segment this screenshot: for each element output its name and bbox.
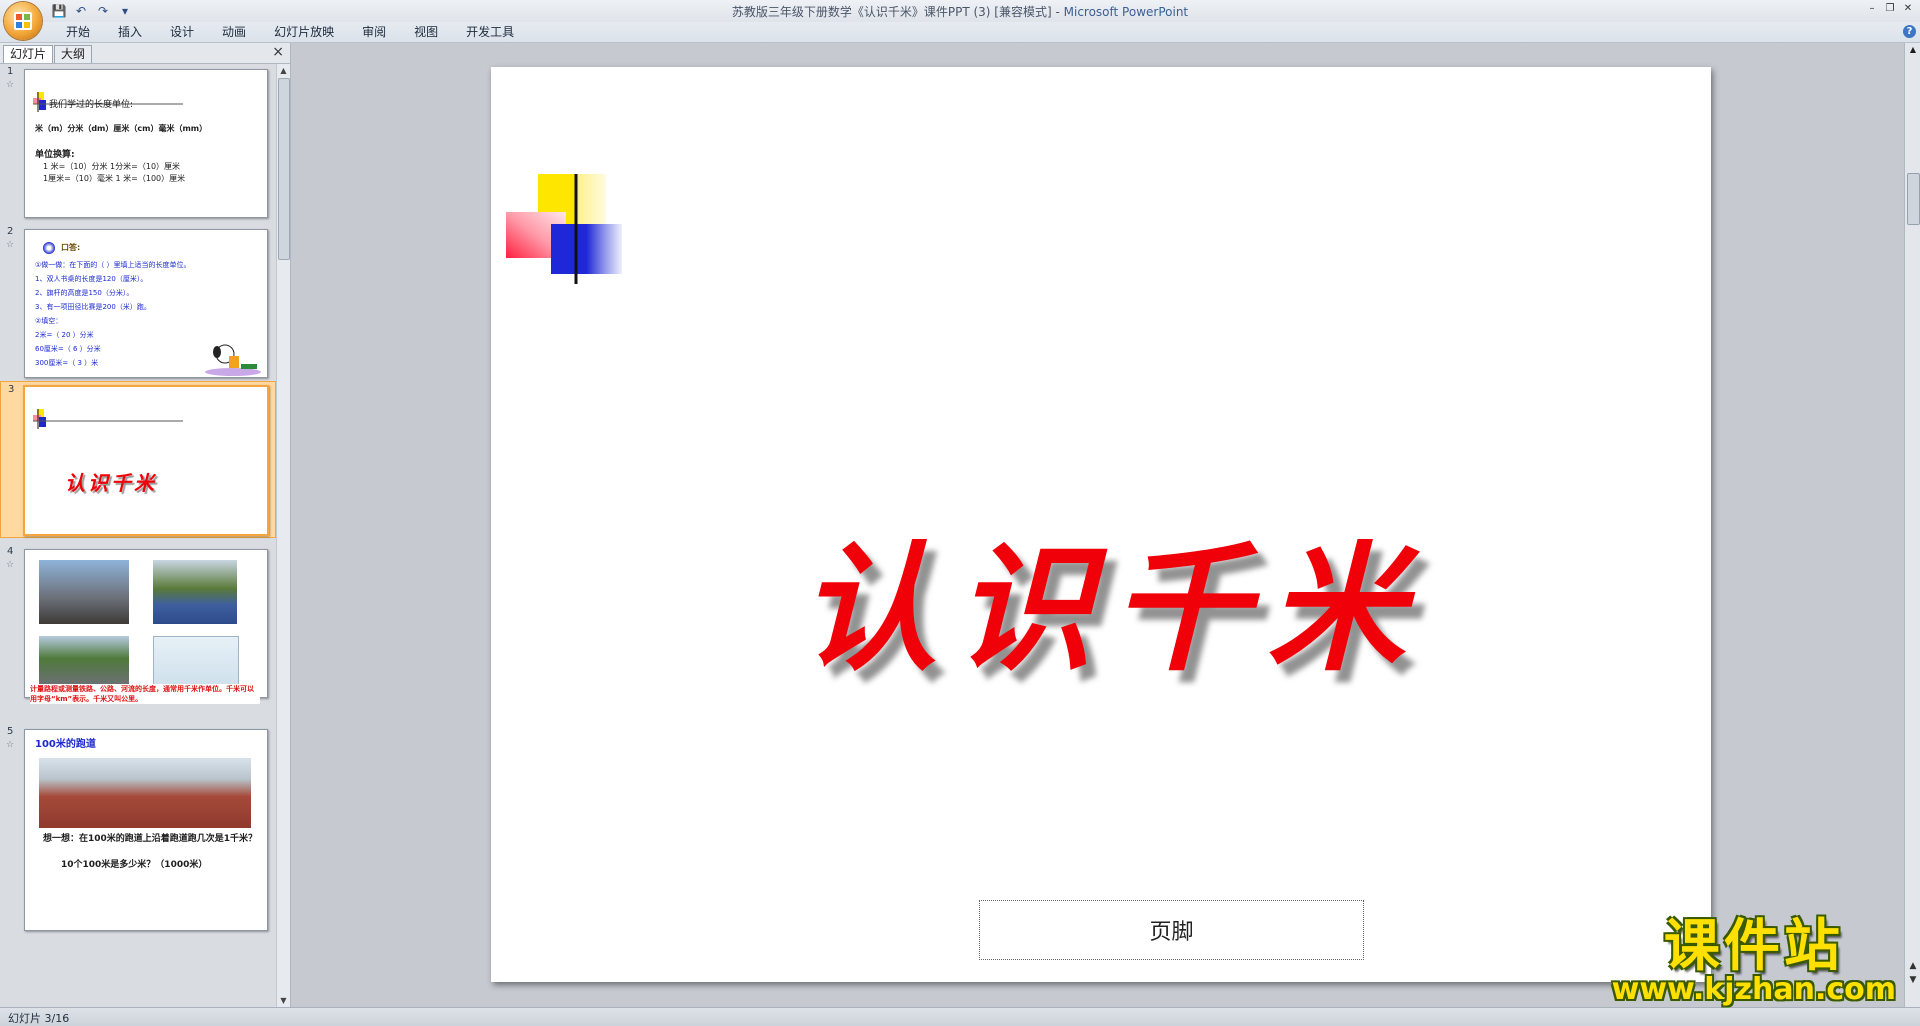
thumb5-question: 想一想：在100米的跑道上沿着跑道跑几次是1千米？ (43, 834, 258, 844)
watermark-cn: 课件站 (1663, 914, 1844, 979)
thumb3-title: 认识千米 (65, 471, 157, 495)
title-bar: 💾 ↶ ↷ ▾ 苏教版三年级下册数学《认识千米》课件PPT (3) [兼容模式]… (0, 0, 1920, 40)
thumb2-line: 300厘米=（ 3 ）米 (35, 359, 99, 367)
thumbnail-row-4[interactable]: 4 ☆ 计量路程或测量铁路、公路、河流的长度，通常用千米作单位。千米可以用字母“… (0, 544, 276, 704)
slide-number: 4 (7, 546, 14, 557)
restore-icon[interactable]: ❐ (1884, 2, 1896, 14)
current-slide[interactable]: 认识千米 页脚 (491, 67, 1711, 982)
bullet-icon (43, 242, 55, 254)
slide-thumbnail-2[interactable]: 口答: ①做一做：在下面的（ ）里填上适当的长度单位。 1、双人书桌的长度是12… (24, 229, 268, 378)
panel-close-icon[interactable]: × (272, 44, 284, 60)
snoopy-illustration-icon (205, 344, 261, 376)
previous-slide-icon[interactable]: ▲ (1905, 961, 1920, 971)
thumbnail-row-1[interactable]: 1 ☆ 我们学过的长度单位: 米（m）分米（dm）厘米（cm）毫米（mm） 单位… (0, 64, 276, 244)
scroll-up-icon[interactable]: ▲ (277, 64, 290, 77)
site-watermark: 课件站 www.kjzhan.com (1612, 919, 1896, 1005)
tab-review[interactable]: 审阅 (348, 22, 400, 42)
status-bar: 幻灯片 3/16 (0, 1007, 1920, 1026)
tab-slides[interactable]: 幻灯片 (3, 45, 54, 63)
thumb1-heading: 我们学过的长度单位: (49, 100, 134, 110)
document-title: 苏教版三年级下册数学《认识千米》课件PPT (3) [兼容模式] - (731, 5, 1064, 19)
thumb2-line: 3、有一项田径比赛是200（米）跑。 (35, 303, 151, 311)
track-photo (39, 758, 251, 828)
thumb2-line: 2米=（ 20 ）分米 (35, 331, 94, 339)
slide-thumbnail-4[interactable] (24, 549, 268, 698)
slide-edit-area: 认识千米 页脚 (291, 43, 1901, 1007)
office-logo-icon (14, 12, 32, 30)
tab-developer[interactable]: 开发工具 (452, 22, 528, 42)
thumb1-convert-title: 单位换算: (35, 150, 75, 160)
scroll-up-icon[interactable]: ▲ (1905, 43, 1920, 57)
animation-star-icon: ☆ (6, 240, 15, 250)
tab-outline[interactable]: 大纲 (54, 45, 93, 63)
slide-thumbnail-3[interactable]: 认识千米 (23, 385, 269, 536)
slide-number: 1 (7, 66, 14, 77)
close-icon[interactable]: ✕ (1902, 2, 1914, 14)
thumb1-row2: 1厘米=（10）毫米 1 米=（100）厘米 (43, 174, 186, 183)
watermark-url: www.kjzhan.com (1611, 972, 1896, 1007)
tab-animations[interactable]: 动画 (208, 22, 260, 42)
minimize-icon[interactable]: – (1866, 2, 1878, 14)
footer-placeholder[interactable]: 页脚 (979, 900, 1364, 960)
slide-number: 2 (7, 226, 14, 237)
animation-star-icon: ☆ (6, 80, 15, 90)
railway-photo (39, 560, 129, 624)
thumb1-units: 米（m）分米（dm）厘米（cm）毫米（mm） (35, 124, 208, 133)
thumb5-heading: 100米的跑道 (35, 739, 96, 750)
thumb2-line: 60厘米=（ 6 ）分米 (35, 345, 101, 353)
tab-insert[interactable]: 插入 (104, 22, 156, 42)
tab-home[interactable]: 开始 (52, 22, 104, 42)
ribbon: 开始 插入 设计 动画 幻灯片放映 审阅 视图 开发工具 ? (0, 22, 1920, 43)
tab-view[interactable]: 视图 (400, 22, 452, 42)
thumbnail-list: 1 ☆ 我们学过的长度单位: 米（m）分米（dm）厘米（cm）毫米（mm） 单位… (0, 64, 276, 1007)
slides-panel: 幻灯片 大纲 × 1 ☆ 我们学过的长度单位: 米（m）分米（dm）厘米（cm）… (0, 43, 291, 1007)
slide-thumbnail-5[interactable]: 100米的跑道 想一想：在100米的跑道上沿着跑道跑几次是1千米？ 10个100… (24, 729, 268, 931)
thumb2-line: ②填空： (35, 317, 63, 325)
highway-photo (39, 636, 129, 686)
map-photo (153, 636, 239, 688)
thumb2-line: ①做一做：在下面的（ ）里填上适当的长度单位。 (35, 261, 191, 269)
tab-slide-show[interactable]: 幻灯片放映 (260, 22, 348, 42)
window-controls: – ❐ ✕ (1866, 2, 1914, 14)
help-icon[interactable]: ? (1903, 25, 1916, 38)
ribbon-tabs: 开始 插入 设计 动画 幻灯片放映 审阅 视图 开发工具 (52, 22, 528, 42)
thumb2-heading: 口答: (61, 243, 81, 252)
animation-star-icon: ☆ (6, 740, 15, 750)
animation-star-icon: ☆ (6, 560, 15, 570)
tab-design[interactable]: 设计 (156, 22, 208, 42)
thumb2-line: 2、旗杆的高度是150（分米）。 (35, 289, 134, 297)
scroll-thumb[interactable] (278, 78, 290, 260)
thumbnail-row-3[interactable]: 3 认识千米 (0, 381, 276, 538)
slide-counter: 幻灯片 3/16 (8, 1012, 70, 1025)
slide-title[interactable]: 认识千米 (711, 497, 1511, 697)
thumb1-row1: 1 米=（10）分米 1分米=（10）厘米 (43, 162, 181, 171)
panel-tabs: 幻灯片 大纲 × (0, 43, 290, 64)
slide-scrollbar[interactable]: ▲ ▲ ▼ (1904, 43, 1920, 1007)
office-button[interactable] (4, 2, 42, 40)
road-photo (153, 560, 237, 624)
thumbnail-row-2[interactable]: 2 ☆ 口答: ①做一做：在下面的（ ）里填上适当的长度单位。 1、双人书桌的长… (0, 224, 276, 394)
title-deco-icon (33, 409, 183, 429)
slide-number: 3 (8, 384, 15, 395)
scroll-down-icon[interactable]: ▼ (277, 994, 290, 1007)
thumb2-line: 1、双人书桌的长度是120（厘米）。 (35, 275, 148, 283)
title-decoration-icon (506, 174, 1236, 284)
thumb4-caption: 计量路程或测量铁路、公路、河流的长度，通常用千米作单位。千米可以用字母“km”表… (30, 684, 260, 704)
scroll-thumb[interactable] (1907, 173, 1920, 225)
app-name: Microsoft PowerPoint (1063, 5, 1189, 19)
slide-thumbnail-1[interactable]: 我们学过的长度单位: 米（m）分米（dm）厘米（cm）毫米（mm） 单位换算: … (24, 69, 268, 218)
window-title: 苏教版三年级下册数学《认识千米》课件PPT (3) [兼容模式] - Micro… (0, 3, 1920, 20)
next-slide-icon[interactable]: ▼ (1905, 975, 1920, 985)
slide-number: 5 (7, 726, 14, 737)
thumbnail-row-5[interactable]: 5 ☆ 100米的跑道 想一想：在100米的跑道上沿着跑道跑几次是1千米？ 10… (0, 724, 276, 1007)
thumbnail-scrollbar[interactable]: ▲ ▼ (276, 64, 290, 1007)
thumb5-answer: 10个100米是多少米？（1000米） (61, 860, 208, 870)
